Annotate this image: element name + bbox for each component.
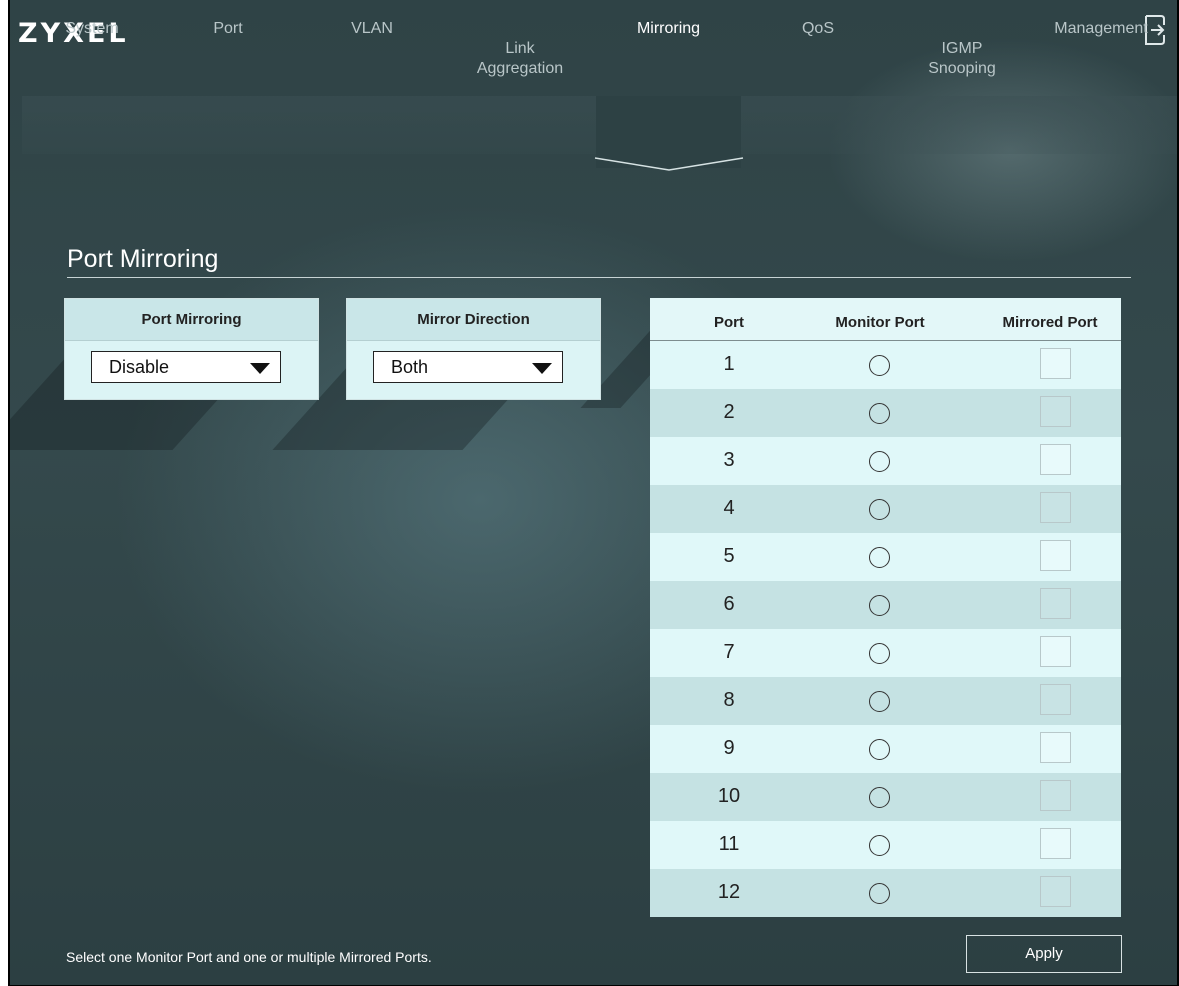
tab-mirroring[interactable]: Mirroring [596, 0, 741, 72]
port-table-header: Port Monitor Port Mirrored Port [650, 298, 1121, 341]
port-mirroring-select[interactable]: Disable [91, 351, 281, 383]
app-window: ZYXEL System Port VLAN Link Aggregation … [8, 0, 1179, 986]
mirrored-port-checkbox[interactable] [1040, 492, 1071, 523]
tab-qos[interactable]: QoS [758, 0, 878, 72]
mirrored-port-checkbox[interactable] [1040, 636, 1071, 667]
monitor-port-radio[interactable] [869, 691, 890, 712]
tab-label: Port [213, 20, 243, 37]
tab-label: QoS [801, 20, 834, 37]
tab-system[interactable]: System [32, 0, 152, 72]
monitor-port-radio[interactable] [869, 451, 890, 472]
table-row: 1 [650, 341, 1121, 389]
port-number: 10 [717, 785, 741, 807]
table-row: 7 [650, 629, 1121, 677]
mirror-direction-header: Mirror Direction [347, 299, 600, 341]
monitor-port-radio[interactable] [869, 595, 890, 616]
dropdown-arrow-icon [532, 363, 552, 374]
table-row: 5 [650, 533, 1121, 581]
table-row: 8 [650, 677, 1121, 725]
tab-label: Management [1054, 20, 1148, 37]
mirrored-port-checkbox[interactable] [1040, 732, 1071, 763]
monitor-port-radio[interactable] [869, 835, 890, 856]
monitor-port-radio[interactable] [869, 787, 890, 808]
tab-port[interactable]: Port [168, 0, 288, 72]
header-port: Port [714, 314, 744, 331]
header-monitor-port: Monitor Port [835, 314, 925, 331]
tab-label: Link Aggregation [476, 40, 564, 77]
tab-label: Mirroring [636, 20, 701, 37]
mirror-direction-card: Mirror Direction Both [346, 298, 601, 400]
mirror-direction-value: Both [391, 357, 429, 377]
table-row: 2 [650, 389, 1121, 437]
mirrored-port-checkbox[interactable] [1040, 684, 1071, 715]
table-row: 11 [650, 821, 1121, 869]
mirrored-port-checkbox[interactable] [1040, 540, 1071, 571]
monitor-port-radio[interactable] [869, 547, 890, 568]
port-number: 7 [723, 641, 735, 663]
port-number: 4 [723, 497, 735, 519]
page-title: Port Mirroring [67, 245, 219, 273]
monitor-port-radio[interactable] [869, 499, 890, 520]
tab-igmp-snooping[interactable]: IGMP Snooping [902, 0, 1022, 77]
tab-label: VLAN [351, 20, 393, 37]
apply-button[interactable]: Apply [966, 935, 1122, 973]
tab-label: System [65, 20, 119, 37]
table-row: 10 [650, 773, 1121, 821]
tab-vlan[interactable]: VLAN [312, 0, 432, 72]
table-row: 12 [650, 869, 1121, 917]
table-row: 4 [650, 485, 1121, 533]
dropdown-arrow-icon [250, 363, 270, 374]
mirrored-port-checkbox[interactable] [1040, 348, 1071, 379]
monitor-port-radio[interactable] [869, 883, 890, 904]
port-number: 5 [723, 545, 735, 567]
mirror-direction-select[interactable]: Both [373, 351, 563, 383]
mirrored-port-checkbox[interactable] [1040, 876, 1071, 907]
header-mirrored-port: Mirrored Port [1002, 314, 1098, 331]
title-divider [67, 277, 1131, 278]
port-number: 3 [723, 449, 735, 471]
tab-management[interactable]: Management [1038, 0, 1164, 72]
port-number: 12 [717, 881, 741, 903]
tab-link-aggregation[interactable]: Link Aggregation [455, 0, 585, 77]
mirrored-port-checkbox[interactable] [1040, 396, 1071, 427]
port-mirroring-header: Port Mirroring [65, 299, 318, 341]
table-row: 9 [650, 725, 1121, 773]
port-table: Port Monitor Port Mirrored Port 12345678… [650, 298, 1121, 917]
port-mirroring-value: Disable [109, 357, 170, 377]
help-text: Select one Monitor Port and one or multi… [66, 949, 432, 965]
monitor-port-radio[interactable] [869, 739, 890, 760]
table-row: 3 [650, 437, 1121, 485]
port-number: 9 [723, 737, 735, 759]
monitor-port-radio[interactable] [869, 403, 890, 424]
tab-label: IGMP Snooping [928, 40, 996, 77]
mirrored-port-checkbox[interactable] [1040, 444, 1071, 475]
mirrored-port-checkbox[interactable] [1040, 828, 1071, 859]
monitor-port-radio[interactable] [869, 643, 890, 664]
port-number: 8 [723, 689, 735, 711]
port-number: 2 [723, 401, 735, 423]
mirrored-port-checkbox[interactable] [1040, 780, 1071, 811]
port-number: 1 [723, 353, 735, 375]
table-row: 6 [650, 581, 1121, 629]
mirrored-port-checkbox[interactable] [1040, 588, 1071, 619]
port-mirroring-card: Port Mirroring Disable [64, 298, 319, 400]
port-number: 6 [723, 593, 735, 615]
active-tab-indicator [594, 157, 744, 171]
port-number: 11 [718, 833, 740, 855]
monitor-port-radio[interactable] [869, 355, 890, 376]
